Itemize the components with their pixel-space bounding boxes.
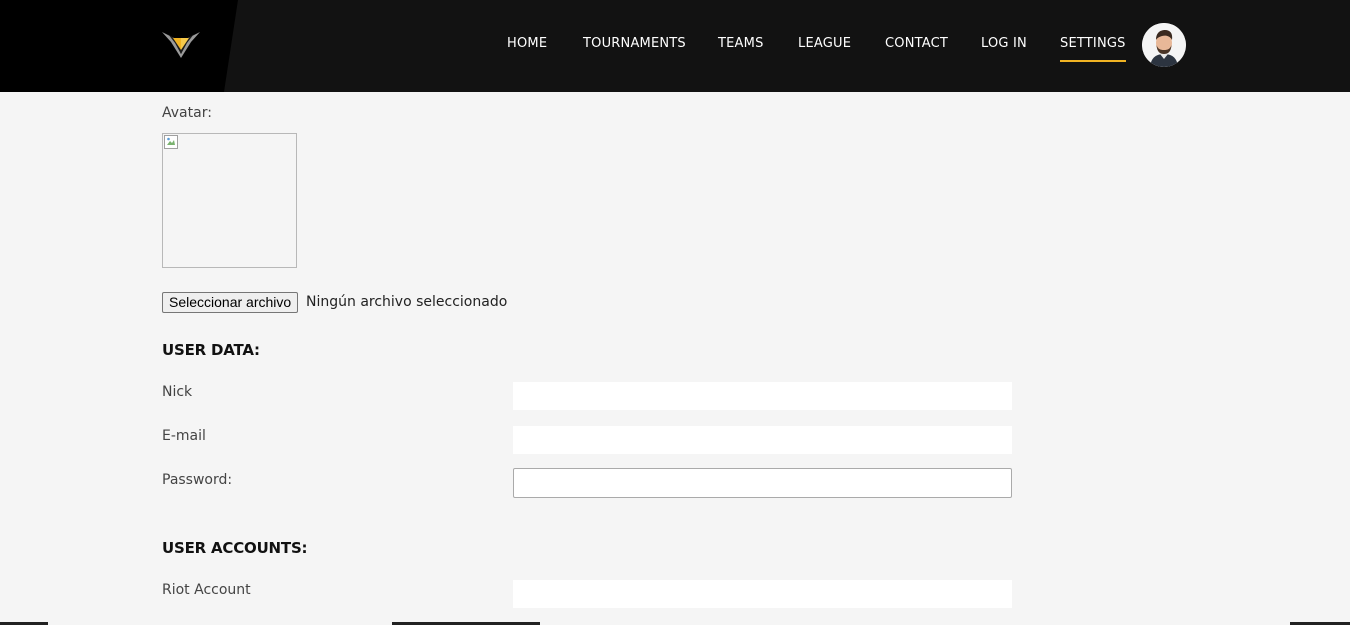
user-data-title: USER DATA:	[162, 341, 260, 359]
nav-home[interactable]: HOME	[507, 36, 547, 51]
avatar-label: Avatar:	[162, 105, 212, 121]
nav-contact[interactable]: CONTACT	[885, 36, 948, 51]
nav-tournaments[interactable]: TOURNAMENTS	[583, 36, 686, 51]
nav-teams[interactable]: TEAMS	[718, 36, 764, 51]
v-wing-logo-icon[interactable]	[160, 28, 202, 60]
broken-image-icon	[164, 135, 178, 149]
riot-account-input[interactable]	[513, 580, 1012, 608]
logo-panel	[0, 0, 238, 92]
password-input[interactable]	[513, 468, 1012, 498]
top-navigation-bar: HOME TOURNAMENTS TEAMS LEAGUE CONTACT LO…	[0, 0, 1350, 92]
select-file-button[interactable]: Seleccionar archivo	[162, 292, 299, 313]
file-status-text: Ningún archivo seleccionado	[306, 294, 508, 310]
user-avatar-icon[interactable]	[1142, 23, 1186, 67]
user-accounts-title: USER ACCOUNTS:	[162, 539, 308, 557]
nav-settings[interactable]: SETTINGS	[1060, 36, 1126, 62]
avatar-preview	[162, 133, 297, 268]
nav-log-in[interactable]: LOG IN	[981, 36, 1027, 51]
settings-content: Avatar: Seleccionar archivo Ningún archi…	[0, 92, 1350, 625]
password-label: Password:	[162, 472, 233, 488]
riot-account-label: Riot Account	[162, 582, 251, 598]
nav-league[interactable]: LEAGUE	[798, 36, 851, 51]
nick-label: Nick	[162, 384, 193, 400]
nick-input[interactable]	[513, 382, 1012, 410]
email-label: E-mail	[162, 428, 206, 444]
email-input[interactable]	[513, 426, 1012, 454]
